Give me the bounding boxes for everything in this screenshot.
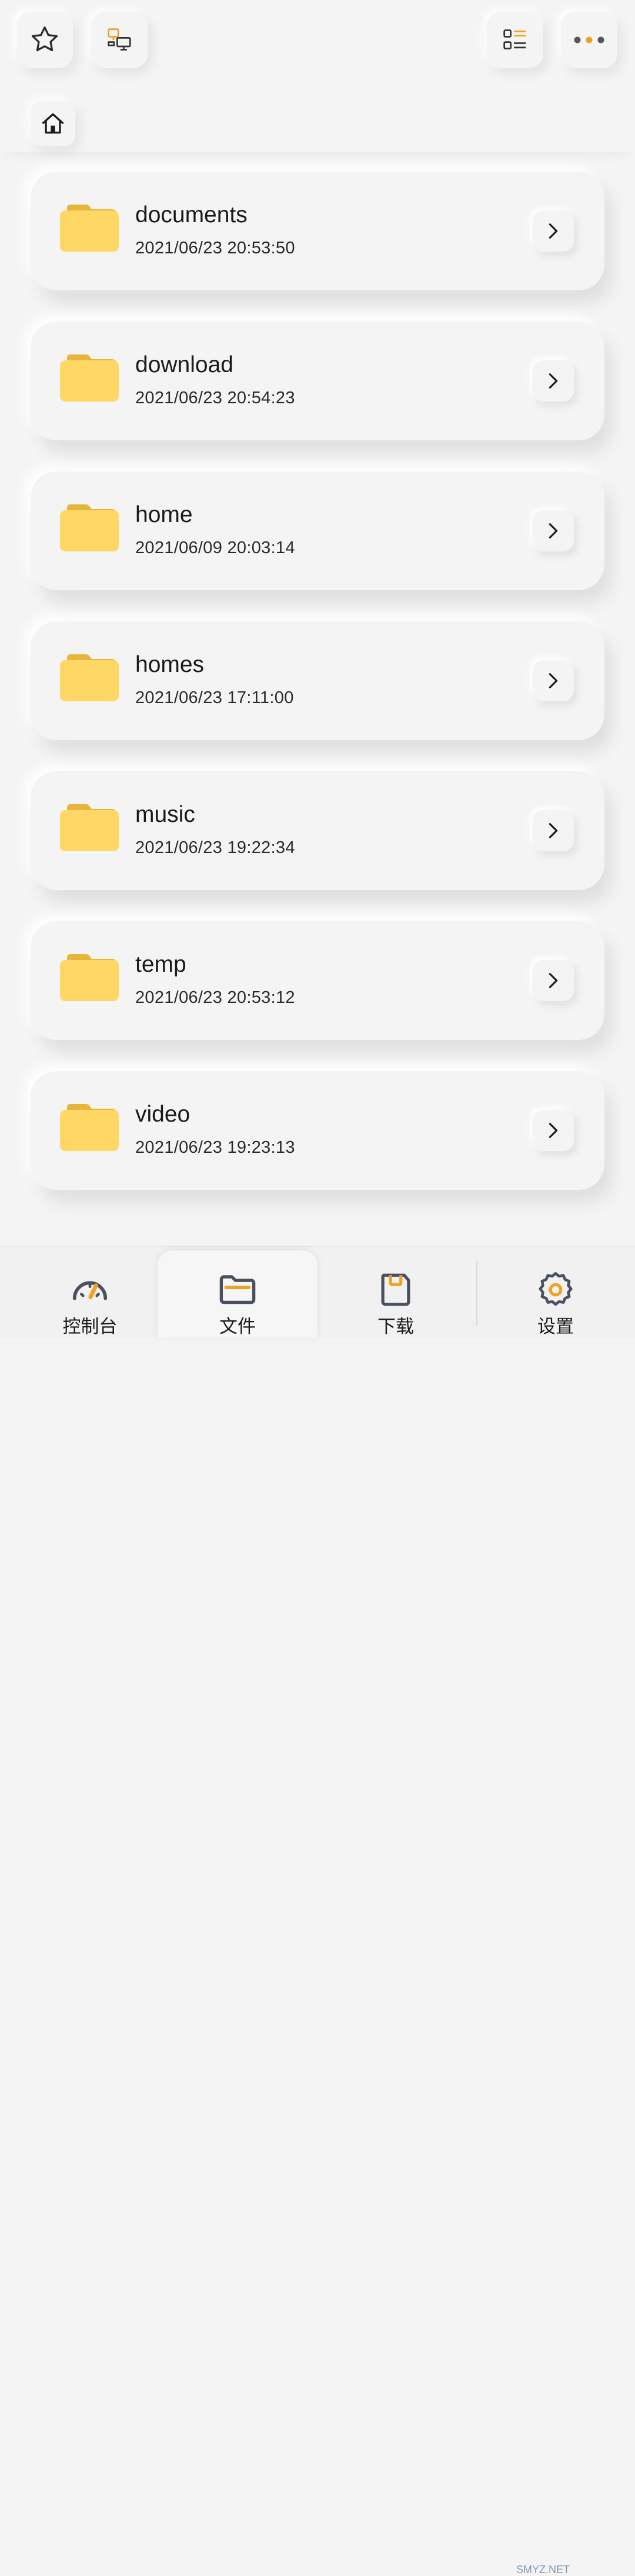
folder-modified-date: 2021/06/09 20:03:14 <box>135 538 295 557</box>
folder-modified-date: 2021/06/23 19:22:34 <box>135 838 295 857</box>
nav-dashboard-label: 控制台 <box>62 1316 118 1337</box>
chevron-right-icon <box>549 823 558 838</box>
open-folder-button[interactable] <box>533 1110 574 1151</box>
folder-icon <box>60 504 119 551</box>
bottom-navigation: 控制台 文件 下载 设置 SMYZ.NET <box>0 1246 635 2575</box>
download-icon <box>381 1273 410 1306</box>
folder-name: temp <box>135 952 186 977</box>
folder-name: video <box>135 1102 190 1127</box>
folder-icon <box>219 1275 256 1304</box>
star-icon <box>31 26 58 52</box>
folder-row[interactable]: homes 2021/06/23 17:11:00 <box>31 621 604 740</box>
more-dots-icon <box>574 36 604 44</box>
folder-modified-date: 2021/06/23 20:53:50 <box>135 239 295 257</box>
folder-row[interactable]: video 2021/06/23 19:23:13 <box>31 1071 604 1190</box>
folder-icon <box>60 804 119 851</box>
view-mode-button[interactable] <box>487 12 543 68</box>
nav-settings-label: 设置 <box>537 1316 574 1337</box>
chevron-right-icon <box>549 1123 558 1138</box>
gear-icon <box>539 1272 573 1306</box>
folder-name: download <box>135 352 233 377</box>
folder-icon <box>60 1104 119 1151</box>
nav-files-label: 文件 <box>219 1316 256 1337</box>
open-folder-button[interactable] <box>533 810 574 851</box>
folder-modified-date: 2021/06/23 20:53:12 <box>135 988 295 1007</box>
folder-modified-date: 2021/06/23 17:11:00 <box>135 688 294 707</box>
nav-settings[interactable]: 设置 <box>482 1252 629 1338</box>
open-folder-button[interactable] <box>533 510 574 551</box>
nav-download[interactable]: 下载 <box>322 1252 469 1338</box>
folder-modified-date: 2021/06/23 19:23:13 <box>135 1138 295 1157</box>
home-button[interactable] <box>31 101 75 146</box>
folder-modified-date: 2021/06/23 20:54:23 <box>135 389 295 407</box>
nav-download-label: 下载 <box>377 1316 414 1337</box>
folder-row[interactable]: documents 2021/06/23 20:53:50 <box>31 172 604 290</box>
nav-dashboard[interactable]: 控制台 <box>16 1252 163 1338</box>
folder-name: music <box>135 802 195 827</box>
folder-row[interactable]: download 2021/06/23 20:54:23 <box>31 322 604 440</box>
network-computer-icon <box>108 28 131 51</box>
folder-row[interactable]: home 2021/06/09 20:03:14 <box>31 471 604 590</box>
chevron-right-icon <box>549 223 558 239</box>
folder-name: home <box>135 502 193 527</box>
list-view-icon <box>503 29 526 50</box>
breadcrumb <box>0 94 635 152</box>
folder-icon <box>60 205 119 252</box>
favorites-button[interactable] <box>16 12 73 68</box>
gauge-icon <box>72 1281 108 1300</box>
nav-files[interactable]: 文件 <box>158 1250 317 1338</box>
chevron-right-icon <box>549 523 558 538</box>
nav-divider <box>476 1261 477 1326</box>
more-options-button[interactable] <box>561 12 617 68</box>
watermark: SMYZ.NET <box>516 2564 570 2575</box>
folder-name: homes <box>135 652 205 677</box>
chevron-right-icon <box>549 373 558 389</box>
open-folder-button[interactable] <box>533 360 574 402</box>
open-folder-button[interactable] <box>533 960 574 1001</box>
folder-row[interactable]: music 2021/06/23 19:22:34 <box>31 771 604 890</box>
open-folder-button[interactable] <box>533 660 574 701</box>
folder-icon <box>60 654 119 701</box>
top-toolbar <box>0 0 635 82</box>
folder-icon <box>60 954 119 1001</box>
folder-name: documents <box>135 202 248 228</box>
chevron-right-icon <box>549 973 558 988</box>
folder-icon <box>60 354 119 402</box>
home-icon <box>42 113 64 134</box>
open-folder-button[interactable] <box>533 210 574 252</box>
chevron-right-icon <box>549 673 558 688</box>
remote-devices-button[interactable] <box>91 12 148 68</box>
folder-row[interactable]: temp 2021/06/23 20:53:12 <box>31 921 604 1040</box>
